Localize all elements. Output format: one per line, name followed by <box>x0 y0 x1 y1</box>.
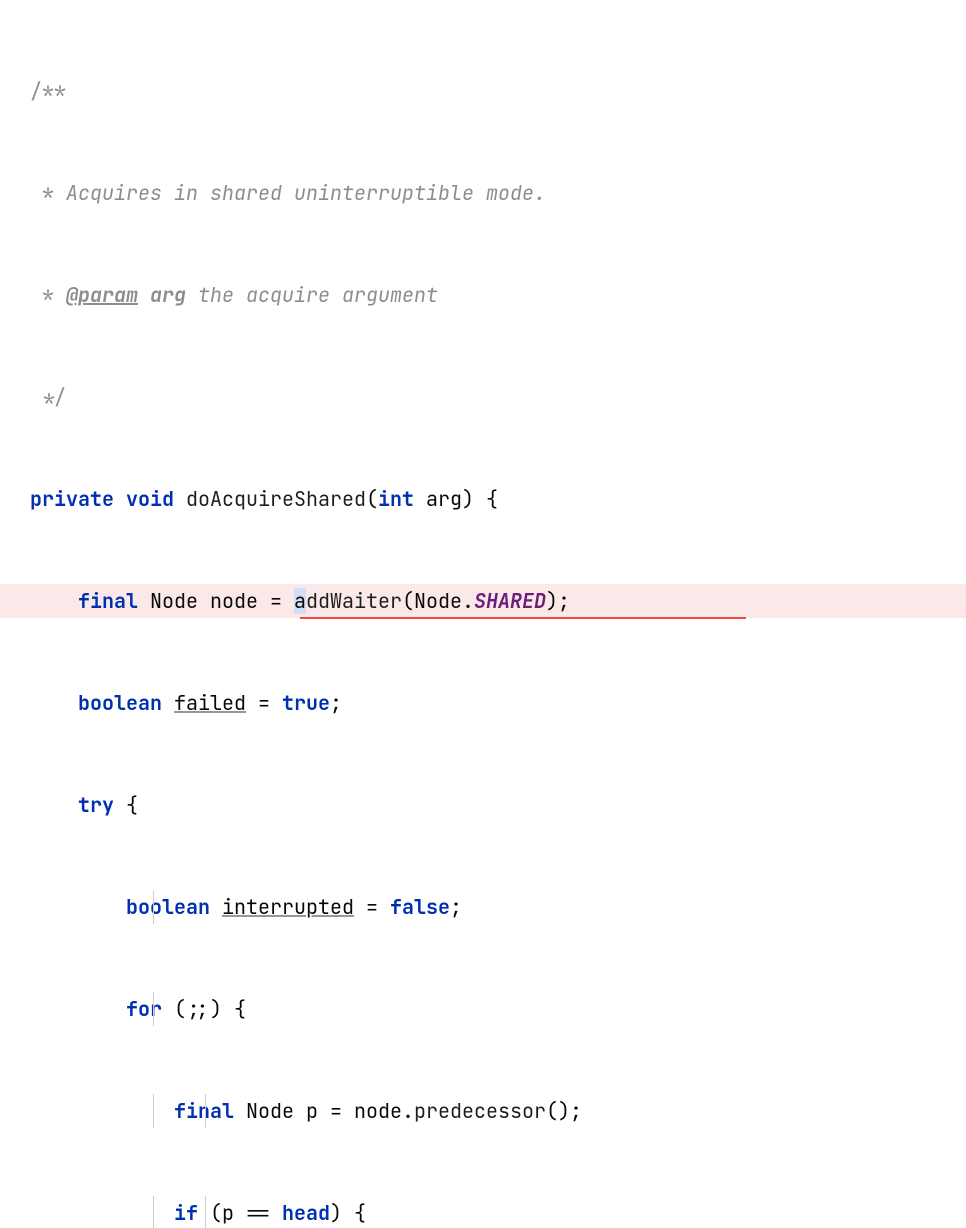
text-cursor[interactable]: a <box>294 588 306 614</box>
keyword-private: private <box>30 486 114 512</box>
method-name: doAcquireShared <box>186 486 366 512</box>
keyword-final: final <box>78 588 138 614</box>
javadoc-text: the acquire argument <box>186 282 438 308</box>
keyword-boolean: boolean <box>126 894 210 920</box>
var-name: node <box>210 588 258 614</box>
indent-guide <box>153 1094 154 1128</box>
keyword-final: final <box>174 1098 234 1124</box>
keyword-false: false <box>390 894 450 920</box>
var-ref: node <box>354 1098 402 1124</box>
var-name: failed <box>174 690 246 716</box>
code-line[interactable]: for (;;) { <box>0 992 966 1026</box>
type-name: Node <box>414 588 462 614</box>
method-call: predecessor <box>414 1098 546 1124</box>
code-line[interactable]: */ <box>0 380 966 414</box>
javadoc-param-name: arg <box>150 282 186 308</box>
type-name: Node <box>246 1098 294 1124</box>
javadoc-open: /** <box>30 78 66 104</box>
code-line[interactable]: * Acquires in shared uninterruptible mod… <box>0 176 966 210</box>
javadoc-star: * <box>30 282 66 308</box>
javadoc-star: * <box>30 180 66 206</box>
static-field: SHARED <box>474 588 546 614</box>
javadoc-close: */ <box>30 384 66 410</box>
method-call: ddWaiter <box>306 588 402 614</box>
keyword-int: int <box>378 486 414 512</box>
keyword-boolean: boolean <box>78 690 162 716</box>
indent-guide <box>153 890 154 924</box>
param-name: arg <box>426 486 462 512</box>
code-editor[interactable]: /** * Acquires in shared uninterruptible… <box>0 0 966 1228</box>
code-line[interactable]: private void doAcquireShared(int arg) { <box>0 482 966 516</box>
keyword-if: if <box>174 1200 198 1226</box>
field-head: head <box>282 1200 330 1226</box>
code-line[interactable]: * @param arg the acquire argument <box>0 278 966 312</box>
error-underline <box>300 617 746 619</box>
javadoc-text: Acquires in shared uninterruptible mode. <box>66 180 546 206</box>
javadoc-tag: @param <box>66 282 138 308</box>
indent-guide <box>205 1196 206 1228</box>
keyword-void: void <box>126 486 174 512</box>
keyword-for: for <box>126 996 162 1022</box>
code-line[interactable]: try { <box>0 788 966 822</box>
var-name: p <box>306 1098 318 1124</box>
code-line[interactable]: /** <box>0 74 966 108</box>
var-ref: p <box>222 1200 234 1226</box>
code-line[interactable]: boolean failed = true; <box>0 686 966 720</box>
var-name: interrupted <box>222 894 354 920</box>
keyword-true: true <box>282 690 330 716</box>
indent-guide <box>153 1196 154 1228</box>
code-line[interactable]: boolean interrupted = false; <box>0 890 966 924</box>
code-line[interactable]: if (p == head) { <box>0 1196 966 1228</box>
code-line[interactable]: final Node node = addWaiter(Node.SHARED)… <box>0 584 966 618</box>
keyword-try: try <box>78 792 114 818</box>
indent-guide <box>205 1094 206 1128</box>
indent-guide <box>153 992 154 1026</box>
type-name: Node <box>150 588 198 614</box>
code-line[interactable]: final Node p = node.predecessor(); <box>0 1094 966 1128</box>
